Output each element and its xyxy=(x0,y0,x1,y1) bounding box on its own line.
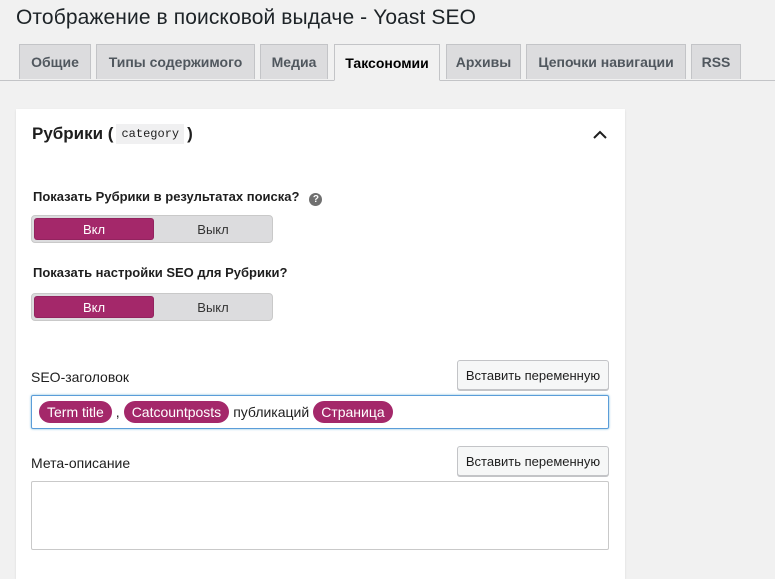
help-icon[interactable]: ? xyxy=(309,193,323,206)
meta-description-label: Мета-описание xyxy=(31,455,131,471)
tab-general[interactable]: Общие xyxy=(19,44,91,79)
insert-variable-button[interactable]: Вставить переменную xyxy=(457,446,609,476)
taxonomy-code: category xyxy=(116,124,185,144)
card-title: Рубрики ( category ) xyxy=(32,124,193,144)
title-text: , xyxy=(115,404,120,420)
chevron-up-icon[interactable] xyxy=(592,127,608,143)
card-title-prefix: Рубрики ( xyxy=(32,124,114,143)
show-in-search-text: Показать Рубрики в результатах поиска? xyxy=(33,189,300,204)
tab-media[interactable]: Медиа xyxy=(260,44,328,79)
card-header[interactable]: Рубрики ( category ) xyxy=(16,109,625,161)
toggle-off-option[interactable]: Выкл xyxy=(154,294,272,320)
show-in-search-toggle[interactable]: Вкл Выкл xyxy=(31,215,273,243)
tab-breadcrumbs[interactable]: Цепочки навигации xyxy=(526,44,686,79)
card-title-suffix: ) xyxy=(187,124,193,143)
variable-pill[interactable]: Catcountposts xyxy=(123,401,230,423)
page-title: Отображение в поисковой выдаче - Yoast S… xyxy=(16,6,477,29)
tab-archives[interactable]: Архивы xyxy=(446,44,521,79)
title-text: публикаций xyxy=(233,404,310,420)
insert-variable-button[interactable]: Вставить переменную xyxy=(457,360,609,390)
tab-content-types[interactable]: Типы содержимого xyxy=(96,44,255,79)
show-in-search-label: Показать Рубрики в результатах поиска?? xyxy=(33,189,323,206)
toggle-on-option[interactable]: Вкл xyxy=(34,296,154,318)
variable-pill[interactable]: Term title xyxy=(39,401,112,423)
show-seo-settings-toggle[interactable]: Вкл Выкл xyxy=(31,293,273,321)
tab-taxonomies[interactable]: Таксономии xyxy=(334,44,440,81)
tab-rss[interactable]: RSS xyxy=(691,44,741,79)
show-seo-settings-label: Показать настройки SEO для Рубрики? xyxy=(33,265,288,280)
meta-description-input[interactable] xyxy=(31,481,609,550)
toggle-on-option[interactable]: Вкл xyxy=(34,218,154,240)
seo-title-label: SEO-заголовок xyxy=(31,369,130,385)
variable-pill[interactable]: Страница xyxy=(313,401,393,423)
taxonomy-card-category: Рубрики ( category ) Показать Рубрики в … xyxy=(16,109,625,579)
tab-bar: Общие Типы содержимого Медиа Таксономии … xyxy=(0,44,775,81)
seo-title-input[interactable]: Term title , Catcountposts публикаций Ст… xyxy=(31,395,609,429)
toggle-off-option[interactable]: Выкл xyxy=(154,216,272,242)
